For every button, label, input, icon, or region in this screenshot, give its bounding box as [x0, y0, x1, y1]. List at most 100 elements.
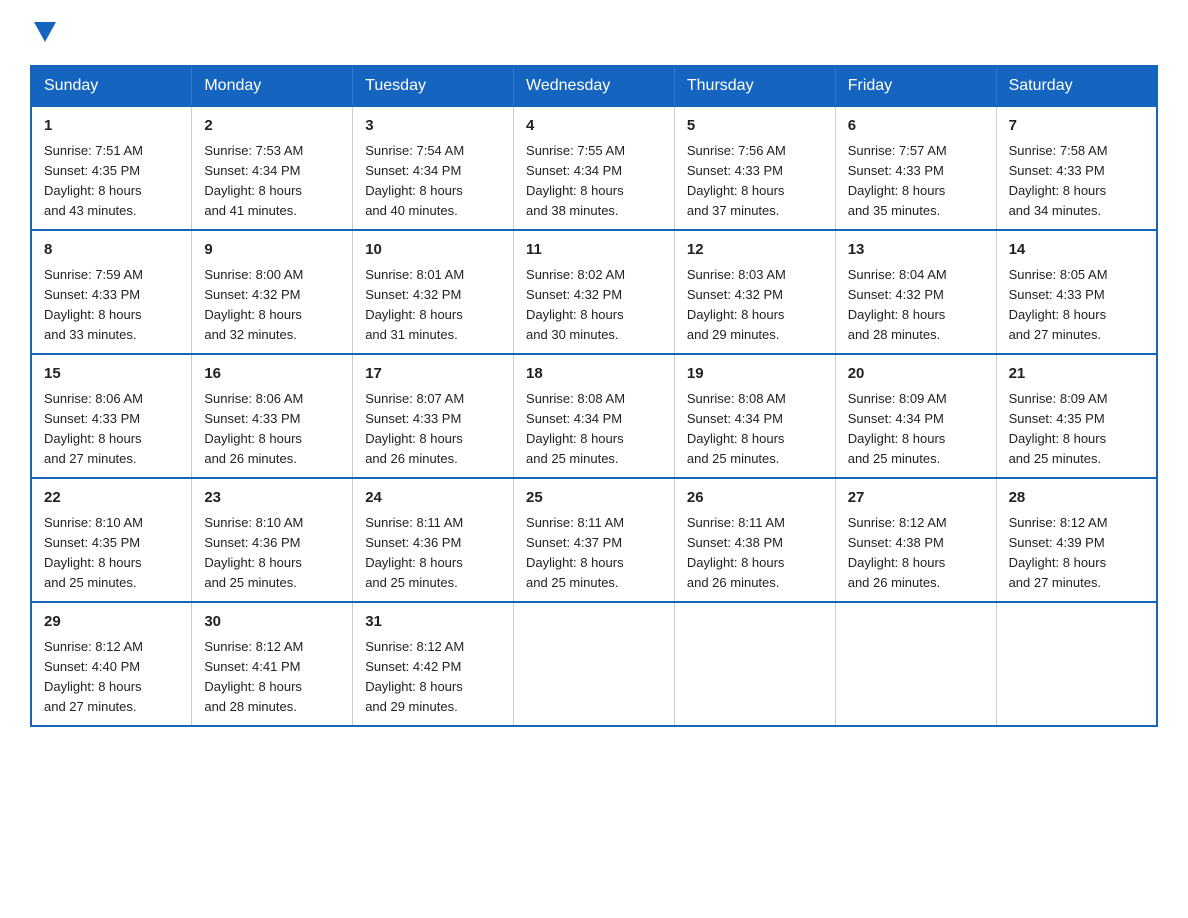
- calendar-cell: [835, 602, 996, 726]
- calendar-cell: 25 Sunrise: 8:11 AMSunset: 4:37 PMDayligh…: [514, 478, 675, 602]
- logo: [30, 20, 56, 47]
- day-of-week-thursday: Thursday: [674, 66, 835, 106]
- calendar-cell: [996, 602, 1157, 726]
- day-number: 9: [204, 239, 340, 262]
- calendar-cell: 23 Sunrise: 8:10 AMSunset: 4:36 PMDayligh…: [192, 478, 353, 602]
- day-number: 5: [687, 115, 823, 138]
- day-of-week-tuesday: Tuesday: [353, 66, 514, 106]
- calendar-cell: [674, 602, 835, 726]
- calendar-cell: 14 Sunrise: 8:05 AMSunset: 4:33 PMDayligh…: [996, 230, 1157, 354]
- day-number: 19: [687, 363, 823, 386]
- calendar-cell: 5 Sunrise: 7:56 AMSunset: 4:33 PMDaylight…: [674, 106, 835, 230]
- day-info: Sunrise: 7:54 AMSunset: 4:34 PMDaylight:…: [365, 141, 501, 222]
- day-of-week-monday: Monday: [192, 66, 353, 106]
- day-number: 29: [44, 611, 179, 634]
- day-info: Sunrise: 8:04 AMSunset: 4:32 PMDaylight:…: [848, 265, 984, 346]
- calendar-cell: 26 Sunrise: 8:11 AMSunset: 4:38 PMDayligh…: [674, 478, 835, 602]
- day-info: Sunrise: 8:11 AMSunset: 4:38 PMDaylight:…: [687, 513, 823, 594]
- day-number: 27: [848, 487, 984, 510]
- calendar-cell: 13Sunrise: 8:04 AMSunset: 4:32 PMDayligh…: [835, 230, 996, 354]
- calendar-table: SundayMondayTuesdayWednesdayThursdayFrid…: [30, 65, 1158, 727]
- day-info: Sunrise: 7:51 AMSunset: 4:35 PMDaylight:…: [44, 141, 179, 222]
- day-number: 3: [365, 115, 501, 138]
- calendar-cell: 31 Sunrise: 8:12 AMSunset: 4:42 PMDayligh…: [353, 602, 514, 726]
- day-info: Sunrise: 7:56 AMSunset: 4:33 PMDaylight:…: [687, 141, 823, 222]
- page-header: [30, 20, 1158, 47]
- day-number: 30: [204, 611, 340, 634]
- day-number: 1: [44, 115, 179, 138]
- day-info: Sunrise: 8:08 AMSunset: 4:34 PMDaylight:…: [687, 389, 823, 470]
- week-row-5: 29 Sunrise: 8:12 AMSunset: 4:40 PMDayligh…: [31, 602, 1157, 726]
- calendar-cell: 10 Sunrise: 8:01 AMSunset: 4:32 PMDayligh…: [353, 230, 514, 354]
- calendar-cell: 28 Sunrise: 8:12 AMSunset: 4:39 PMDayligh…: [996, 478, 1157, 602]
- day-info: Sunrise: 7:57 AMSunset: 4:33 PMDaylight:…: [848, 141, 984, 222]
- day-number: 25: [526, 487, 662, 510]
- calendar-cell: 24 Sunrise: 8:11 AMSunset: 4:36 PMDayligh…: [353, 478, 514, 602]
- calendar-cell: 29 Sunrise: 8:12 AMSunset: 4:40 PMDayligh…: [31, 602, 192, 726]
- week-row-1: 1 Sunrise: 7:51 AMSunset: 4:35 PMDaylight…: [31, 106, 1157, 230]
- calendar-cell: 9Sunrise: 8:00 AMSunset: 4:32 PMDaylight…: [192, 230, 353, 354]
- day-number: 26: [687, 487, 823, 510]
- calendar-cell: 21 Sunrise: 8:09 AMSunset: 4:35 PMDayligh…: [996, 354, 1157, 478]
- calendar-cell: 11 Sunrise: 8:02 AMSunset: 4:32 PMDayligh…: [514, 230, 675, 354]
- calendar-cell: 4 Sunrise: 7:55 AMSunset: 4:34 PMDaylight…: [514, 106, 675, 230]
- day-number: 7: [1009, 115, 1144, 138]
- day-info: Sunrise: 8:10 AMSunset: 4:35 PMDaylight:…: [44, 513, 179, 594]
- calendar-cell: 18 Sunrise: 8:08 AMSunset: 4:34 PMDayligh…: [514, 354, 675, 478]
- day-number: 22: [44, 487, 179, 510]
- calendar-cell: [514, 602, 675, 726]
- day-number: 6: [848, 115, 984, 138]
- calendar-cell: 17Sunrise: 8:07 AMSunset: 4:33 PMDayligh…: [353, 354, 514, 478]
- day-info: Sunrise: 8:09 AMSunset: 4:34 PMDaylight:…: [848, 389, 984, 470]
- calendar-cell: 22 Sunrise: 8:10 AMSunset: 4:35 PMDayligh…: [31, 478, 192, 602]
- calendar-cell: 3 Sunrise: 7:54 AMSunset: 4:34 PMDaylight…: [353, 106, 514, 230]
- calendar-cell: 7 Sunrise: 7:58 AMSunset: 4:33 PMDaylight…: [996, 106, 1157, 230]
- day-of-week-saturday: Saturday: [996, 66, 1157, 106]
- day-info: Sunrise: 8:12 AMSunset: 4:41 PMDaylight:…: [204, 637, 340, 718]
- day-number: 10: [365, 239, 501, 262]
- calendar-cell: 20 Sunrise: 8:09 AMSunset: 4:34 PMDayligh…: [835, 354, 996, 478]
- calendar-cell: 1 Sunrise: 7:51 AMSunset: 4:35 PMDaylight…: [31, 106, 192, 230]
- day-number: 17: [365, 363, 501, 386]
- day-number: 23: [204, 487, 340, 510]
- day-info: Sunrise: 7:53 AMSunset: 4:34 PMDaylight:…: [204, 141, 340, 222]
- day-of-week-wednesday: Wednesday: [514, 66, 675, 106]
- day-number: 2: [204, 115, 340, 138]
- day-info: Sunrise: 8:12 AMSunset: 4:40 PMDaylight:…: [44, 637, 179, 718]
- day-info: Sunrise: 8:09 AMSunset: 4:35 PMDaylight:…: [1009, 389, 1144, 470]
- day-number: 11: [526, 239, 662, 262]
- day-number: 14: [1009, 239, 1144, 262]
- day-info: Sunrise: 8:02 AMSunset: 4:32 PMDaylight:…: [526, 265, 662, 346]
- day-info: Sunrise: 8:08 AMSunset: 4:34 PMDaylight:…: [526, 389, 662, 470]
- day-number: 15: [44, 363, 179, 386]
- day-number: 4: [526, 115, 662, 138]
- day-number: 21: [1009, 363, 1144, 386]
- day-info: Sunrise: 8:12 AMSunset: 4:39 PMDaylight:…: [1009, 513, 1144, 594]
- day-number: 20: [848, 363, 984, 386]
- day-number: 28: [1009, 487, 1144, 510]
- day-number: 8: [44, 239, 179, 262]
- day-info: Sunrise: 8:10 AMSunset: 4:36 PMDaylight:…: [204, 513, 340, 594]
- calendar-cell: 6 Sunrise: 7:57 AMSunset: 4:33 PMDaylight…: [835, 106, 996, 230]
- day-number: 24: [365, 487, 501, 510]
- day-number: 18: [526, 363, 662, 386]
- calendar-cell: 27Sunrise: 8:12 AMSunset: 4:38 PMDayligh…: [835, 478, 996, 602]
- day-info: Sunrise: 8:01 AMSunset: 4:32 PMDaylight:…: [365, 265, 501, 346]
- day-info: Sunrise: 8:11 AMSunset: 4:36 PMDaylight:…: [365, 513, 501, 594]
- day-info: Sunrise: 8:06 AMSunset: 4:33 PMDaylight:…: [44, 389, 179, 470]
- calendar-cell: 12Sunrise: 8:03 AMSunset: 4:32 PMDayligh…: [674, 230, 835, 354]
- day-number: 31: [365, 611, 501, 634]
- day-info: Sunrise: 8:05 AMSunset: 4:33 PMDaylight:…: [1009, 265, 1144, 346]
- day-of-week-friday: Friday: [835, 66, 996, 106]
- day-number: 12: [687, 239, 823, 262]
- day-header-row: SundayMondayTuesdayWednesdayThursdayFrid…: [31, 66, 1157, 106]
- logo-triangle-icon: [34, 22, 56, 42]
- day-info: Sunrise: 8:11 AMSunset: 4:37 PMDaylight:…: [526, 513, 662, 594]
- calendar-cell: 8 Sunrise: 7:59 AMSunset: 4:33 PMDaylight…: [31, 230, 192, 354]
- calendar-cell: 19 Sunrise: 8:08 AMSunset: 4:34 PMDayligh…: [674, 354, 835, 478]
- calendar-cell: 30 Sunrise: 8:12 AMSunset: 4:41 PMDayligh…: [192, 602, 353, 726]
- day-info: Sunrise: 7:55 AMSunset: 4:34 PMDaylight:…: [526, 141, 662, 222]
- day-info: Sunrise: 8:12 AMSunset: 4:42 PMDaylight:…: [365, 637, 501, 718]
- day-info: Sunrise: 7:58 AMSunset: 4:33 PMDaylight:…: [1009, 141, 1144, 222]
- day-info: Sunrise: 7:59 AMSunset: 4:33 PMDaylight:…: [44, 265, 179, 346]
